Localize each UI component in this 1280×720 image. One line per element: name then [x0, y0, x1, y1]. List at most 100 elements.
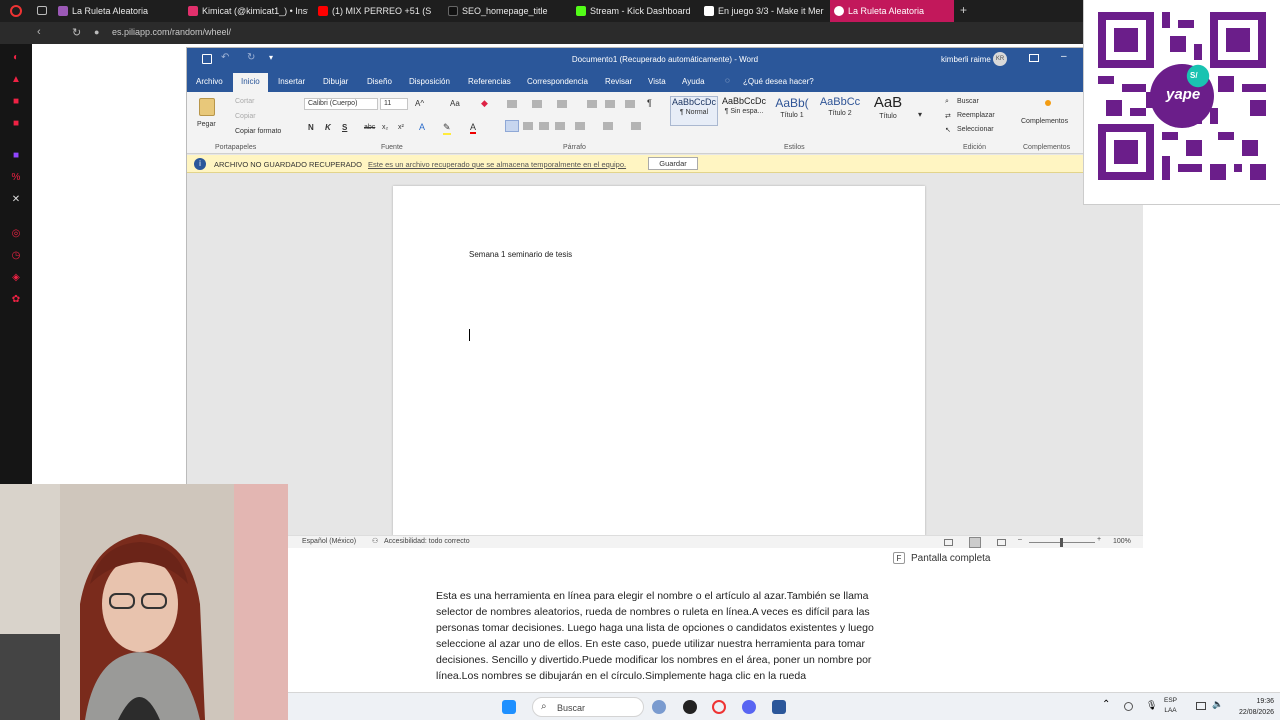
style-heading-1[interactable]: AaBb( Título 1	[768, 96, 816, 126]
reload-icon[interactable]: ↻	[72, 26, 81, 39]
tab-diseno[interactable]: Diseño	[367, 77, 392, 86]
tab-correspondencia[interactable]: Correspondencia	[527, 77, 588, 86]
widgets-icon[interactable]	[652, 700, 666, 714]
align-center-icon[interactable]	[523, 122, 533, 130]
style-normal[interactable]: AaBbCcDc ¶ Normal	[670, 96, 718, 126]
microphone-icon[interactable]: 🎙	[1146, 700, 1157, 711]
styles-more-icon[interactable]: ▾	[918, 110, 922, 119]
zoom-out-icon[interactable]: –	[1018, 536, 1022, 543]
document-text[interactable]: Semana 1 seminario de tesis	[469, 250, 572, 259]
cut-button[interactable]: Cortar	[235, 98, 254, 105]
tab-revisar[interactable]: Revisar	[605, 77, 632, 86]
discord-icon[interactable]	[742, 700, 756, 714]
addins-button[interactable]: Complementos	[1021, 118, 1068, 125]
browser-tab[interactable]: Stream - Kick Dashboard	[576, 0, 696, 22]
back-arrow-icon[interactable]: ‹	[37, 26, 41, 38]
save-button[interactable]: Guardar	[648, 157, 698, 170]
read-mode-icon[interactable]	[944, 539, 953, 546]
sort-icon[interactable]	[625, 100, 635, 108]
zoom-slider-thumb[interactable]	[1060, 538, 1063, 547]
sidebar-app-icon[interactable]: ◈	[10, 272, 22, 284]
language-status[interactable]: Español (México)	[302, 538, 356, 545]
grow-font-icon[interactable]: A^	[415, 99, 424, 108]
copy-button[interactable]: Copiar	[235, 113, 256, 120]
style-title[interactable]: AaB Título	[864, 94, 912, 124]
browser-tab-active[interactable]: La Ruleta Aleatoria	[830, 0, 954, 22]
ribbon-display-icon[interactable]	[1029, 54, 1039, 62]
sidebar-app-icon[interactable]: ■	[10, 96, 22, 108]
app-icon[interactable]	[683, 700, 697, 714]
bullets-icon[interactable]	[507, 100, 517, 108]
word-icon[interactable]	[772, 700, 786, 714]
tray-app-icon[interactable]	[1124, 702, 1133, 711]
accessibility-status[interactable]: Accesibilidad: todo correcto	[384, 538, 470, 545]
sidebar-app-icon[interactable]: ◎	[10, 228, 22, 240]
avatar[interactable]: KR	[993, 52, 1007, 66]
tab-dibujar[interactable]: Dibujar	[323, 77, 348, 86]
tab-referencias[interactable]: Referencias	[468, 77, 511, 86]
underline-button[interactable]: S	[342, 123, 347, 132]
print-layout-icon[interactable]	[969, 537, 981, 548]
url-field[interactable]: es.piliapp.com/random/wheel/	[112, 27, 231, 37]
tab-overview-icon[interactable]	[37, 6, 47, 15]
shading-icon[interactable]	[603, 122, 613, 130]
tab-insertar[interactable]: Insertar	[278, 77, 305, 86]
infobar-message[interactable]: Este es un archivo recuperado que se alm…	[368, 160, 626, 169]
sidebar-app-icon[interactable]: ◐	[10, 52, 22, 64]
sidebar-app-icon[interactable]: ▲	[10, 74, 22, 86]
multilevel-list-icon[interactable]	[557, 100, 567, 108]
browser-tab[interactable]: La Ruleta Aleatoria	[58, 0, 178, 22]
tell-me-search[interactable]: ¿Qué desea hacer?	[743, 77, 814, 86]
zoom-in-icon[interactable]: +	[1097, 536, 1101, 543]
tab-inicio[interactable]: Inicio	[233, 73, 268, 92]
strikethrough-button[interactable]: abc	[364, 124, 375, 131]
style-heading-2[interactable]: AaBbCc Título 2	[816, 96, 864, 126]
browser-tab[interactable]: (1) MIX PERREO +51 (S	[318, 0, 438, 22]
windows-start-icon[interactable]	[502, 700, 516, 714]
x-icon[interactable]: ✕	[10, 194, 22, 206]
opera-icon[interactable]	[712, 700, 726, 714]
italic-button[interactable]: K	[325, 123, 331, 132]
browser-tab[interactable]: En juego 3/3 - Make it Mer	[704, 0, 824, 22]
line-spacing-icon[interactable]	[575, 122, 585, 130]
change-case-icon[interactable]: Aa	[450, 99, 460, 108]
pilcrow-icon[interactable]: ¶	[647, 98, 652, 108]
minimize-icon[interactable]: –	[1061, 51, 1067, 62]
sidebar-app-icon[interactable]: ■	[10, 118, 22, 130]
clock-icon[interactable]: ◷	[10, 250, 22, 262]
style-no-spacing[interactable]: AaBbCcDc ¶ Sin espa...	[720, 96, 768, 126]
browser-tab[interactable]: Kimicat (@kimicat1_) • Inst	[188, 0, 308, 22]
tab-vista[interactable]: Vista	[648, 77, 666, 86]
paste-button[interactable]: Pegar	[197, 121, 216, 128]
input-language[interactable]: ESP LAA	[1164, 696, 1177, 716]
tab-ayuda[interactable]: Ayuda	[682, 77, 705, 86]
paste-icon[interactable]	[199, 98, 215, 116]
format-painter-button[interactable]: Copiar formato	[235, 128, 281, 135]
settings-icon[interactable]: ✿	[10, 294, 22, 306]
browser-menu-icon[interactable]	[10, 5, 22, 17]
zoom-level[interactable]: 100%	[1113, 538, 1131, 545]
font-name-select[interactable]: Calibri (Cuerpo)	[304, 98, 378, 110]
document-page[interactable]: Semana 1 seminario de tesis	[393, 186, 925, 536]
replace-button[interactable]: Reemplazar	[957, 112, 995, 119]
sidebar-app-icon[interactable]: %	[10, 172, 22, 184]
subscript-button[interactable]: x₂	[382, 124, 388, 131]
align-right-icon[interactable]	[539, 122, 549, 130]
tab-disposicion[interactable]: Disposición	[409, 77, 450, 86]
increase-indent-icon[interactable]	[605, 100, 615, 108]
text-effects-icon[interactable]: A	[419, 122, 425, 132]
network-icon[interactable]	[1196, 702, 1206, 710]
superscript-button[interactable]: x²	[398, 124, 404, 131]
numbering-icon[interactable]	[532, 100, 542, 108]
align-left-icon[interactable]	[505, 120, 519, 132]
font-size-select[interactable]: 11	[380, 98, 408, 110]
twitch-icon[interactable]: ■	[10, 150, 22, 162]
taskbar-search[interactable]: ⌕ Buscar	[532, 697, 644, 717]
bold-button[interactable]: N	[308, 123, 314, 132]
fullscreen-button[interactable]: F Pantalla completa	[893, 550, 991, 566]
highlight-icon[interactable]: ✎	[443, 122, 451, 135]
system-clock[interactable]: 19:36 22/08/2026	[1222, 696, 1274, 718]
new-tab-button[interactable]: +	[960, 3, 967, 17]
find-button[interactable]: Buscar	[957, 98, 979, 105]
account-name[interactable]: kimberli raime	[941, 55, 991, 64]
